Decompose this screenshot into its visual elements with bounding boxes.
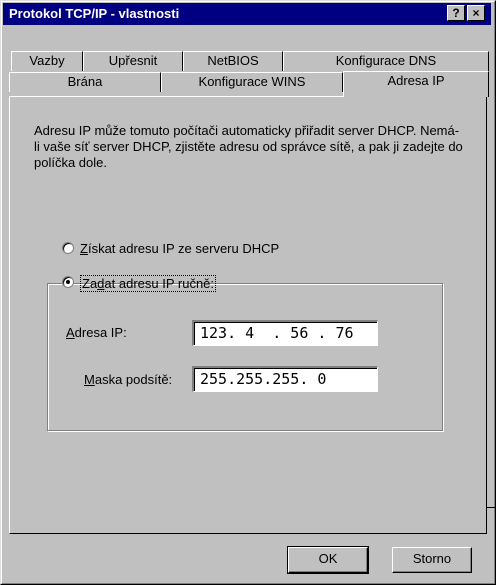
title-bar[interactable]: Protokol TCP/IP - vlastnosti ? × xyxy=(3,3,491,25)
subnet-mask-label-text: aska podsítě: xyxy=(94,372,173,387)
tab-label: Upřesnit xyxy=(108,53,158,68)
radio-selected-dot xyxy=(66,280,70,284)
tab-label: Brána xyxy=(67,74,103,89)
radio-button[interactable] xyxy=(62,242,74,254)
tab-label: Konfigurace WINS xyxy=(198,74,306,89)
ip-address-label: Adresa IP: xyxy=(66,325,127,340)
radio-label: Získat adresu IP ze serveru DHCP xyxy=(80,241,279,256)
tab-konfigurace-dns[interactable]: Konfigurace DNS xyxy=(283,51,489,71)
dialog-window: Protokol TCP/IP - vlastnosti ? × Vazby U… xyxy=(0,0,496,585)
close-button[interactable]: × xyxy=(467,5,485,21)
tab-label: NetBIOS xyxy=(207,53,259,68)
tab-label: Vazby xyxy=(29,53,65,68)
radio-label: Zadat adresu IP ručně: xyxy=(80,275,217,292)
accelerator-key: M xyxy=(84,372,95,387)
radio-label-text: at adresu IP ručně: xyxy=(104,276,215,291)
subnet-mask-input[interactable]: 255.255.255. 0 xyxy=(192,366,378,392)
accelerator-key: Z xyxy=(80,241,88,256)
radio-specify-manual[interactable]: Zadat adresu IP ručně: xyxy=(62,275,217,292)
tab-label: Konfigurace DNS xyxy=(335,53,437,68)
cancel-button[interactable]: Storno xyxy=(392,547,472,573)
tab-adresa-ip[interactable]: Adresa IP xyxy=(343,71,489,97)
help-icon: ? xyxy=(452,6,460,20)
help-button[interactable]: ? xyxy=(447,5,465,21)
radio-label-text: ískat adresu IP ze serveru DHCP xyxy=(87,241,280,256)
tab-upresnit[interactable]: Upřesnit xyxy=(83,51,183,71)
close-icon: × xyxy=(472,6,480,20)
manual-address-group xyxy=(47,283,443,431)
ok-button[interactable]: OK xyxy=(287,546,369,574)
tab-label: Adresa IP xyxy=(387,73,445,88)
tab-konfigurace-wins[interactable]: Konfigurace WINS xyxy=(161,72,343,92)
tab-brana[interactable]: Brána xyxy=(9,72,161,92)
description-text: Adresu IP může tomuto počítači automatic… xyxy=(34,123,463,170)
radio-label-text: Za xyxy=(82,276,98,291)
tab-netbios[interactable]: NetBIOS xyxy=(183,51,283,71)
subnet-mask-label: Maska podsítě: xyxy=(84,372,172,387)
tab-vazby[interactable]: Vazby xyxy=(11,51,83,71)
radio-button[interactable] xyxy=(62,276,74,288)
window-title: Protokol TCP/IP - vlastnosti xyxy=(9,6,180,21)
accelerator-key: A xyxy=(66,325,75,340)
ip-address-label-text: dresa IP: xyxy=(74,325,127,340)
ip-address-input[interactable]: 123. 4 . 56 . 76 xyxy=(192,320,378,346)
tab-panel-adresa-ip: Adresu IP může tomuto počítači automatic… xyxy=(9,96,487,534)
